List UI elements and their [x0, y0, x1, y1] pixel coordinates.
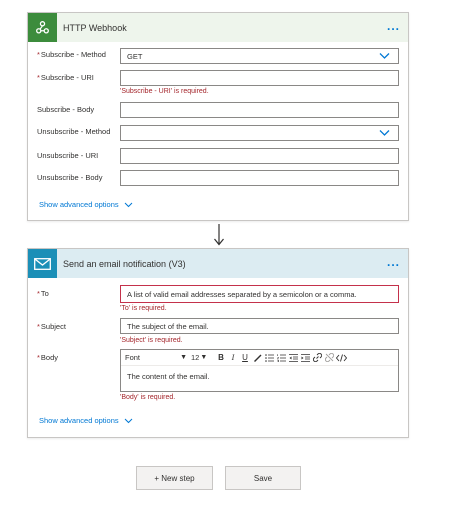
- caret-down-icon: ▼: [180, 354, 187, 361]
- unsubscribe-body-input[interactable]: [120, 170, 399, 186]
- caret-down-icon: ▼: [200, 354, 208, 361]
- unsubscribe-uri-label: Unsubscribe - URI: [37, 151, 99, 160]
- code-view-icon[interactable]: [335, 352, 347, 364]
- chevron-down-icon: [124, 418, 132, 423]
- save-button[interactable]: Save: [225, 466, 301, 490]
- send-email-header[interactable]: Send an email notification (V3) ...: [28, 249, 408, 278]
- subscribe-uri-error: 'Subscribe - URI' is required.: [120, 88, 209, 95]
- underline-icon[interactable]: U: [239, 352, 251, 364]
- unsubscribe-method-select[interactable]: [120, 125, 399, 141]
- unsubscribe-method-label: Unsubscribe - Method: [37, 127, 111, 136]
- body-error: 'Body' is required.: [120, 394, 176, 401]
- webhook-icon: [28, 13, 57, 42]
- rich-text-toolbar: Font ▼ 12 ▼ B I U: [121, 350, 398, 366]
- send-email-card: Send an email notification (V3) ... *To …: [27, 248, 409, 438]
- to-label: *To: [37, 289, 49, 298]
- unlink-icon[interactable]: [323, 352, 335, 364]
- subject-label: *Subject: [37, 322, 66, 331]
- subject-input[interactable]: The subject of the email.: [120, 318, 399, 334]
- body-label: *Body: [37, 353, 59, 362]
- increase-indent-icon[interactable]: [299, 352, 311, 364]
- new-step-button[interactable]: + New step: [136, 466, 213, 490]
- chevron-down-icon: [379, 53, 390, 59]
- to-placeholder: A list of valid email addresses separate…: [127, 289, 357, 299]
- to-input[interactable]: A list of valid email addresses separate…: [120, 285, 399, 303]
- font-select[interactable]: Font ▼: [125, 353, 191, 362]
- to-error: 'To' is required.: [120, 305, 167, 312]
- select-value: GET: [127, 51, 143, 61]
- subscribe-body-label: Subscribe - Body: [37, 105, 95, 114]
- subscribe-method-label: *Subscribe - Method: [37, 50, 106, 59]
- decrease-indent-icon[interactable]: [287, 352, 299, 364]
- subscribe-body-input[interactable]: [120, 102, 399, 118]
- subscribe-uri-input[interactable]: [120, 70, 399, 86]
- more-options-button[interactable]: ...: [387, 20, 400, 32]
- subject-error: 'Subject' is required.: [120, 337, 183, 344]
- card-title: Send an email notification (V3): [63, 258, 186, 269]
- body-placeholder: The content of the email.: [127, 372, 210, 381]
- show-advanced-options-link[interactable]: Show advanced options: [39, 416, 133, 425]
- mail-icon: [28, 249, 57, 278]
- subscribe-uri-label: *Subscribe - URI: [37, 73, 94, 82]
- down-arrow-icon: [214, 224, 224, 246]
- unsubscribe-uri-input[interactable]: [120, 148, 399, 164]
- link-icon[interactable]: [311, 352, 323, 364]
- http-webhook-header[interactable]: HTTP Webhook ...: [28, 13, 408, 42]
- body-editor[interactable]: Font ▼ 12 ▼ B I U The content of the ema…: [120, 349, 399, 392]
- http-webhook-card: HTTP Webhook ... *Subscribe - Method GET…: [27, 12, 409, 221]
- chevron-down-icon: [379, 130, 390, 136]
- text-color-icon[interactable]: [251, 352, 263, 364]
- italic-icon[interactable]: I: [227, 352, 239, 364]
- show-advanced-options-link[interactable]: Show advanced options: [39, 200, 133, 209]
- more-options-button[interactable]: ...: [387, 256, 400, 268]
- unsubscribe-body-label: Unsubscribe - Body: [37, 173, 103, 182]
- chevron-down-icon: [124, 202, 132, 207]
- card-title: HTTP Webhook: [63, 22, 127, 33]
- bulleted-list-icon[interactable]: [263, 352, 275, 364]
- numbered-list-icon[interactable]: [275, 352, 287, 364]
- subject-placeholder: The subject of the email.: [127, 321, 209, 331]
- font-size-select[interactable]: 12 ▼: [191, 353, 215, 362]
- bold-icon[interactable]: B: [215, 352, 227, 364]
- subscribe-method-select[interactable]: GET: [120, 48, 399, 64]
